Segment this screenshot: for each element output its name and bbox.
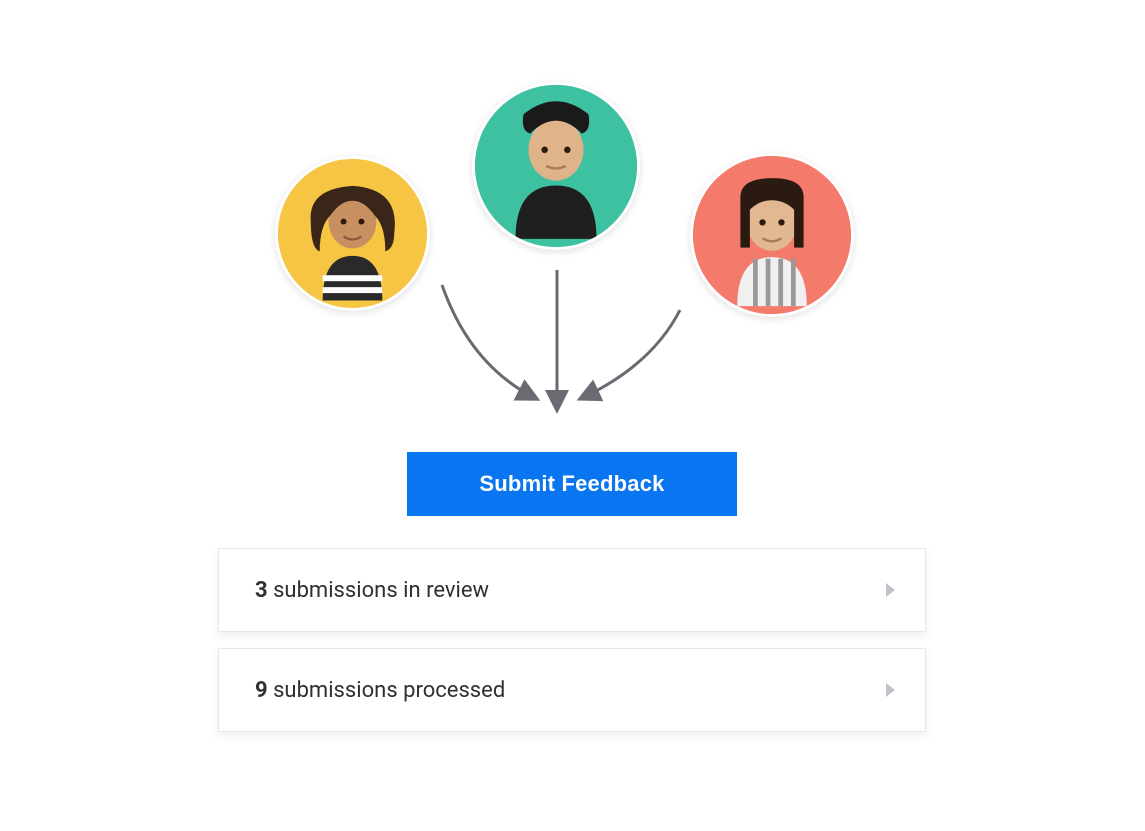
submit-feedback-button[interactable]: Submit Feedback [407,452,737,516]
chevron-right-icon [886,583,895,597]
feedback-diagram: Submit Feedback 3 submissions in review … [0,0,1145,831]
chevron-right-icon [886,683,895,697]
review-label: submissions in review [268,578,489,603]
card-text: 9 submissions processed [255,678,505,703]
person-icon [475,85,637,247]
submissions-processed-card[interactable]: 9 submissions processed [218,648,926,732]
card-text: 3 submissions in review [255,578,489,603]
avatar-user-1 [275,156,430,311]
processed-label: submissions processed [268,678,506,703]
avatar-user-3 [690,153,854,317]
person-icon [693,156,851,314]
avatar-user-2 [472,82,640,250]
flow-arrows [420,270,720,430]
review-count: 3 [255,578,268,603]
person-icon [278,159,427,308]
submissions-in-review-card[interactable]: 3 submissions in review [218,548,926,632]
processed-count: 9 [255,678,268,703]
